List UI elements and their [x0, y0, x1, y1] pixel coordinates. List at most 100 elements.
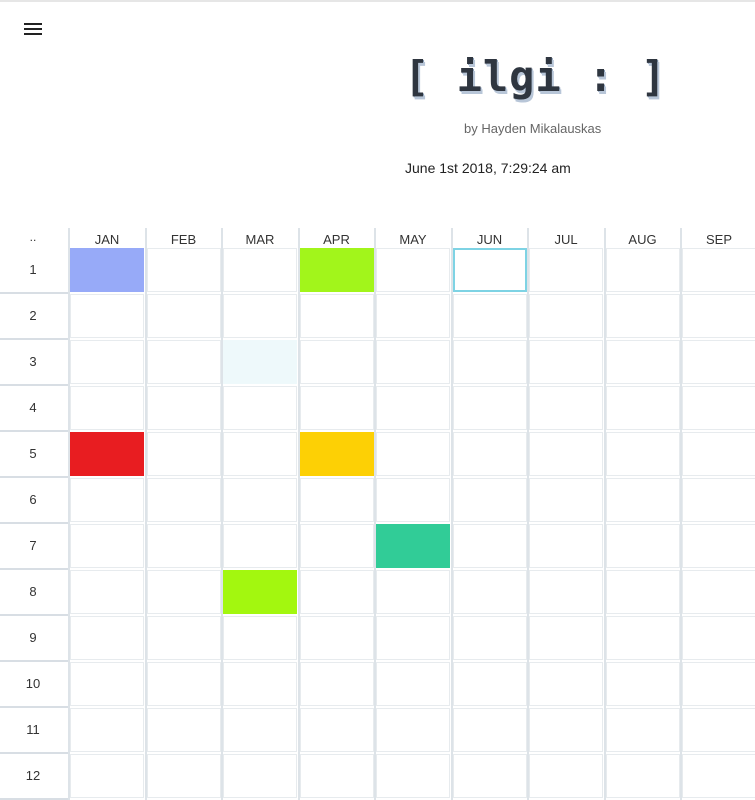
- day-cell-mar-1[interactable]: [223, 248, 297, 292]
- day-cell-jul-1[interactable]: [529, 248, 603, 292]
- day-cell-mar-3[interactable]: [223, 340, 297, 384]
- day-cell-mar-8[interactable]: [223, 570, 297, 614]
- day-cell-aug-8[interactable]: [605, 570, 680, 614]
- day-cell-jun-4[interactable]: [452, 386, 527, 430]
- day-cell-jul-6[interactable]: [529, 478, 603, 522]
- day-cell-sep-4[interactable]: [682, 386, 755, 430]
- day-cell-jul-10[interactable]: [529, 662, 603, 706]
- day-cell-mar-2[interactable]: [223, 294, 297, 338]
- day-cell-may-5[interactable]: [376, 432, 450, 476]
- day-cell-mar-12[interactable]: [223, 754, 297, 798]
- day-cell-feb-6[interactable]: [146, 478, 221, 522]
- day-cell-jan-9[interactable]: [70, 616, 144, 660]
- day-cell-sep-8[interactable]: [682, 570, 755, 614]
- day-cell-may-6[interactable]: [376, 478, 450, 522]
- day-cell-aug-5[interactable]: [605, 432, 680, 476]
- day-cell-aug-12[interactable]: [605, 754, 680, 798]
- day-cell-feb-5[interactable]: [146, 432, 221, 476]
- day-cell-may-1[interactable]: [376, 248, 450, 292]
- day-cell-feb-12[interactable]: [146, 754, 221, 798]
- day-cell-apr-11[interactable]: [299, 708, 374, 752]
- day-cell-jul-5[interactable]: [529, 432, 603, 476]
- day-cell-feb-3[interactable]: [146, 340, 221, 384]
- day-cell-aug-11[interactable]: [605, 708, 680, 752]
- day-cell-may-12[interactable]: [376, 754, 450, 798]
- day-cell-aug-9[interactable]: [605, 616, 680, 660]
- day-cell-sep-3[interactable]: [682, 340, 755, 384]
- day-cell-sep-10[interactable]: [682, 662, 755, 706]
- day-cell-aug-2[interactable]: [605, 294, 680, 338]
- day-cell-jan-12[interactable]: [70, 754, 144, 798]
- day-cell-jul-2[interactable]: [529, 294, 603, 338]
- day-cell-aug-1[interactable]: [605, 248, 680, 292]
- day-cell-jun-11[interactable]: [452, 708, 527, 752]
- day-cell-jun-2[interactable]: [452, 294, 527, 338]
- day-cell-sep-5[interactable]: [682, 432, 755, 476]
- day-cell-jul-9[interactable]: [529, 616, 603, 660]
- day-cell-apr-3[interactable]: [299, 340, 374, 384]
- day-cell-jan-6[interactable]: [70, 478, 144, 522]
- day-cell-sep-1[interactable]: [682, 248, 755, 292]
- day-cell-apr-12[interactable]: [299, 754, 374, 798]
- day-cell-jun-3[interactable]: [452, 340, 527, 384]
- day-cell-jan-5[interactable]: [70, 432, 144, 476]
- day-cell-may-7[interactable]: [376, 524, 450, 568]
- day-cell-apr-2[interactable]: [299, 294, 374, 338]
- day-cell-may-8[interactable]: [376, 570, 450, 614]
- day-cell-jan-10[interactable]: [70, 662, 144, 706]
- day-cell-mar-11[interactable]: [223, 708, 297, 752]
- day-cell-may-11[interactable]: [376, 708, 450, 752]
- day-cell-jun-1[interactable]: [452, 248, 527, 292]
- day-cell-jun-9[interactable]: [452, 616, 527, 660]
- day-cell-apr-4[interactable]: [299, 386, 374, 430]
- day-cell-sep-2[interactable]: [682, 294, 755, 338]
- day-cell-jan-2[interactable]: [70, 294, 144, 338]
- day-cell-jan-3[interactable]: [70, 340, 144, 384]
- day-cell-jan-7[interactable]: [70, 524, 144, 568]
- day-cell-apr-9[interactable]: [299, 616, 374, 660]
- day-cell-jun-10[interactable]: [452, 662, 527, 706]
- day-cell-mar-10[interactable]: [223, 662, 297, 706]
- day-cell-feb-7[interactable]: [146, 524, 221, 568]
- day-cell-may-9[interactable]: [376, 616, 450, 660]
- hamburger-menu-icon[interactable]: [24, 20, 42, 40]
- day-cell-sep-9[interactable]: [682, 616, 755, 660]
- day-cell-feb-10[interactable]: [146, 662, 221, 706]
- day-cell-aug-7[interactable]: [605, 524, 680, 568]
- day-cell-apr-8[interactable]: [299, 570, 374, 614]
- day-cell-jul-12[interactable]: [529, 754, 603, 798]
- day-cell-feb-2[interactable]: [146, 294, 221, 338]
- day-cell-apr-10[interactable]: [299, 662, 374, 706]
- day-cell-may-2[interactable]: [376, 294, 450, 338]
- day-cell-jul-4[interactable]: [529, 386, 603, 430]
- day-cell-mar-4[interactable]: [223, 386, 297, 430]
- day-cell-aug-3[interactable]: [605, 340, 680, 384]
- day-cell-feb-11[interactable]: [146, 708, 221, 752]
- day-cell-apr-7[interactable]: [299, 524, 374, 568]
- day-cell-jul-7[interactable]: [529, 524, 603, 568]
- day-cell-jan-8[interactable]: [70, 570, 144, 614]
- day-cell-jun-7[interactable]: [452, 524, 527, 568]
- day-cell-sep-12[interactable]: [682, 754, 755, 798]
- day-cell-sep-6[interactable]: [682, 478, 755, 522]
- day-cell-jan-1[interactable]: [70, 248, 144, 292]
- day-cell-may-10[interactable]: [376, 662, 450, 706]
- day-cell-jul-8[interactable]: [529, 570, 603, 614]
- day-cell-feb-1[interactable]: [146, 248, 221, 292]
- day-cell-mar-9[interactable]: [223, 616, 297, 660]
- day-cell-sep-11[interactable]: [682, 708, 755, 752]
- day-cell-mar-6[interactable]: [223, 478, 297, 522]
- day-cell-may-4[interactable]: [376, 386, 450, 430]
- day-cell-jul-11[interactable]: [529, 708, 603, 752]
- day-cell-jan-4[interactable]: [70, 386, 144, 430]
- day-cell-mar-7[interactable]: [223, 524, 297, 568]
- day-cell-apr-5[interactable]: [299, 432, 374, 476]
- day-cell-jan-11[interactable]: [70, 708, 144, 752]
- day-cell-jun-5[interactable]: [452, 432, 527, 476]
- day-cell-apr-1[interactable]: [299, 248, 374, 292]
- day-cell-jul-3[interactable]: [529, 340, 603, 384]
- day-cell-may-3[interactable]: [376, 340, 450, 384]
- day-cell-aug-6[interactable]: [605, 478, 680, 522]
- day-cell-jun-8[interactable]: [452, 570, 527, 614]
- day-cell-feb-9[interactable]: [146, 616, 221, 660]
